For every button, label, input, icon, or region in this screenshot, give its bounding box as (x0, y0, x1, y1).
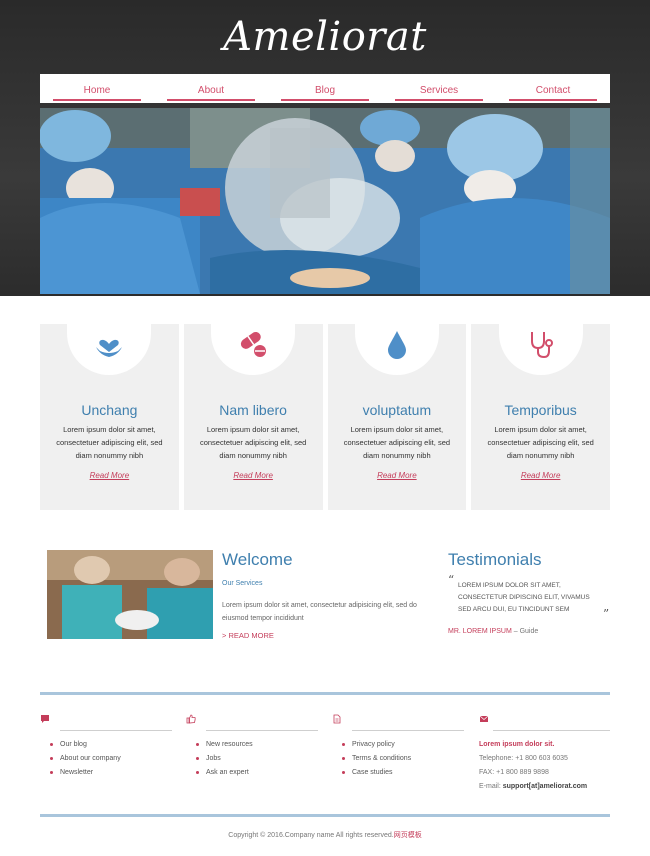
footer-links: New resources Jobs Ask an expert (196, 738, 253, 780)
thumbs-up-icon (186, 714, 196, 724)
contact-lines: Lorem ipsum dolor sit. Telephone: +1 800… (479, 738, 587, 794)
main-nav: Home About Blog Services Contact (40, 74, 610, 103)
read-more-link[interactable]: > READ MORE (222, 631, 274, 640)
stethoscope-icon (530, 332, 553, 359)
hero-header: Ameliorat Home About Blog Services Conta… (0, 0, 650, 296)
footer-link[interactable]: Our blog (50, 738, 121, 752)
welcome-subtitle[interactable]: Our Services (222, 580, 262, 587)
envelope-icon (479, 715, 489, 722)
features-row: Unchang Lorem ipsum dolor sit amet, cons… (40, 323, 610, 510)
testimonial-author: MR. LOREM IPSUM – Guide (448, 628, 538, 635)
testimonials-title: Testimonials (448, 550, 542, 569)
email-link[interactable]: support[at]ameliorat.com (503, 783, 587, 790)
feature-text: Lorem ipsum dolor sit amet, consectetuer… (56, 425, 163, 460)
footer-column-rule (206, 730, 318, 731)
footer-column-rule (493, 730, 610, 731)
read-more-link[interactable]: Read More (40, 471, 179, 480)
nav-item-about[interactable]: About (154, 74, 268, 103)
footer-divider (40, 692, 610, 695)
drop-icon (387, 331, 406, 359)
copyright-text: Copyright © 2016.Company name All rights… (228, 832, 394, 839)
nav-item-services[interactable]: Services (382, 74, 496, 103)
footer-link[interactable]: Case studies (342, 766, 411, 780)
contact-name: Lorem ipsum dolor sit. (479, 741, 555, 748)
footer-link[interactable]: New resources (196, 738, 253, 752)
footer-column-rule (60, 730, 172, 731)
welcome-title: Welcome (222, 550, 293, 569)
contact-phone: Telephone: +1 800 603 6035 (479, 755, 568, 762)
pills-icon (241, 331, 267, 357)
feature-text: Lorem ipsum dolor sit amet, consectetuer… (343, 425, 451, 460)
nav-item-home[interactable]: Home (40, 74, 154, 103)
feature-text: Lorem ipsum dolor sit amet, consectetuer… (487, 425, 594, 460)
footer-links: Our blog About our company Newsletter (50, 738, 121, 780)
footer-divider (40, 814, 610, 817)
icon-cap (211, 323, 296, 375)
footer-link[interactable]: Newsletter (50, 766, 121, 780)
feature-text: Lorem ipsum dolor sit amet, consectetuer… (199, 425, 307, 460)
document-icon (333, 714, 341, 724)
author-name: MR. LOREM IPSUM (448, 628, 512, 635)
feature-card: Unchang Lorem ipsum dolor sit amet, cons… (40, 323, 179, 510)
feature-title: voluptatum (362, 402, 432, 418)
contact-email-row: E-mail: support[at]ameliorat.com (479, 780, 587, 794)
icon-cap (354, 323, 439, 375)
feature-card: Temporibus Lorem ipsum dolor sit amet, c… (471, 323, 610, 510)
read-more-link[interactable]: Read More (328, 471, 467, 480)
feature-card: voluptatum Lorem ipsum dolor sit amet, c… (327, 323, 467, 510)
surgery-banner-image (40, 108, 610, 294)
testimonial-quote: LOREM IPSUM DOLOR SIT AMET, CONSECTETUR … (458, 582, 590, 613)
welcome-text: Lorem ipsum dolor sit amet, consectetur … (222, 602, 417, 622)
feature-title: Unchang (81, 402, 138, 418)
copyright-link[interactable]: 网页模板 (394, 832, 422, 839)
comment-icon (41, 715, 49, 723)
welcome-image (47, 550, 213, 639)
feature-title: Nam libero (219, 402, 287, 418)
footer-link[interactable]: Jobs (196, 752, 253, 766)
email-label: E-mail: (479, 783, 501, 790)
footer-link[interactable]: Privacy policy (342, 738, 411, 752)
icon-cap (498, 323, 583, 375)
nav-item-contact[interactable]: Contact (496, 74, 610, 103)
icon-cap (67, 323, 152, 375)
read-more-link[interactable]: Read More (471, 471, 610, 480)
hands-heart-icon (96, 339, 123, 357)
feature-card: Nam libero Lorem ipsum dolor sit amet, c… (183, 323, 323, 510)
site-logo[interactable]: Ameliorat (0, 14, 650, 60)
read-more-link[interactable]: Read More (184, 471, 323, 480)
copyright: Copyright © 2016.Company name All rights… (0, 830, 650, 840)
footer-column-rule (352, 730, 464, 731)
contact-fax: FAX: +1 800 889 9898 (479, 769, 549, 776)
quote-close-icon: ” (603, 607, 610, 621)
footer-link[interactable]: Ask an expert (196, 766, 253, 780)
feature-title: Temporibus (504, 402, 577, 418)
footer-link[interactable]: Terms & conditions (342, 752, 411, 766)
footer-links: Privacy policy Terms & conditions Case s… (342, 738, 411, 780)
quote-open-icon: “ (448, 573, 455, 587)
nav-item-blog[interactable]: Blog (268, 74, 382, 103)
footer-link[interactable]: About our company (50, 752, 121, 766)
author-role: – Guide (513, 628, 539, 635)
